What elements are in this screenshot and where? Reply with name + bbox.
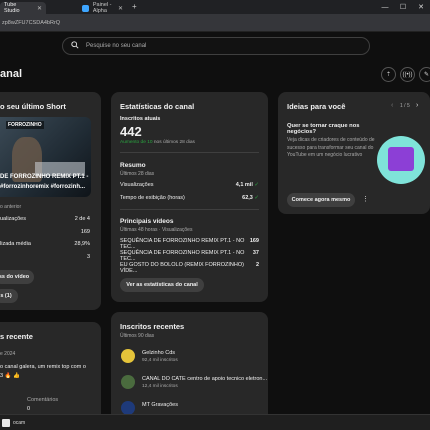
short-avg-row: lizada média 28,9% (0, 241, 90, 247)
url-field[interactable]: zp8wZFU7CSDA4bRrQ (0, 17, 60, 29)
check-icon: ✓ (254, 182, 259, 188)
divider (120, 152, 259, 153)
short-comments-button[interactable]: s (1) (0, 289, 18, 303)
taskbar-item[interactable]: ocam (2, 417, 25, 429)
avatar[interactable] (121, 375, 135, 389)
top-video-row[interactable]: EU GOSTO DO BOLOLO (REMIX FORROZINHO) VÍ… (120, 262, 259, 274)
subscribers-title: Inscritos recentes (120, 322, 185, 331)
top-video-name: EU GOSTO DO BOLOLO (REMIX FORROZINHO) VÍ… (120, 262, 244, 274)
briefcase-icon (388, 147, 414, 171)
short-rank-row: ualizações 2 de 4 (0, 216, 90, 222)
recent-content-card: s recente (0, 322, 101, 422)
page-title: anal (0, 68, 23, 80)
ideas-heading: Quer se tornar craque nos negócios? (287, 123, 360, 135)
short-views-row: 169 (0, 229, 90, 235)
top-videos-title: Principais vídeos (120, 218, 174, 225)
close-window-icon[interactable]: ✕ (412, 0, 430, 14)
short-views-value: 169 (80, 229, 90, 235)
app-icon (2, 419, 10, 427)
search-input[interactable]: Pesquise no seu canal (62, 37, 370, 55)
summary-period: Últimos 28 dias (120, 171, 155, 177)
top-video-value: 37 (252, 250, 259, 256)
subs-delta-highlight (120, 140, 154, 146)
subscriber-count: 92,4 mil inscritos (142, 358, 178, 363)
search-placeholder: Pesquise no seu canal (86, 43, 147, 49)
maximize-icon[interactable]: ☐ (394, 0, 412, 14)
search-icon (71, 41, 79, 51)
prev-icon[interactable]: ‹ (391, 102, 393, 109)
upload-icon[interactable]: ⇡ (381, 67, 396, 82)
tab-studio-label: Tube Studio (4, 2, 20, 14)
short-likes-value: 3 (86, 254, 90, 260)
tab-close-button[interactable]: ✕ (118, 2, 128, 14)
watch-value: 62,3 (242, 195, 253, 201)
channel-stats-card: Estatísticas do canal Inscritos atuais 4… (111, 92, 268, 302)
subscriber-name[interactable]: CANAL DO CATE centro de apoio tecnico el… (142, 376, 267, 382)
ideas-start-button[interactable]: Comece agora mesmo (287, 193, 355, 207)
ideas-pager: 1 / 5 (400, 103, 410, 109)
subscribers-period: Últimos 90 dias (120, 333, 155, 339)
short-rank-value: 2 de 4 (74, 216, 90, 222)
recent-comment: o canal galera, um remix top com o (0, 364, 86, 370)
more-options-icon[interactable]: ⋮ (362, 195, 369, 203)
stats-title: Estatísticas do canal (120, 102, 195, 111)
tab-favicon-icon (82, 4, 89, 12)
views-value: 4,1 mil (235, 182, 253, 188)
latest-short-title: o seu último Short (0, 102, 66, 111)
watch-row: Tempo de exibição (horas) 62,3 ✓ (120, 195, 259, 201)
recent-date: e 2024 (0, 351, 16, 357)
top-video-name: SEQUÊNCIA DE FORROZINHO REMIX PT.1 - NO … (120, 238, 245, 250)
tab-studio[interactable]: Tube Studio ✕ (0, 2, 46, 14)
subs-value: 442 (120, 124, 142, 139)
close-icon[interactable]: ✕ (37, 5, 42, 12)
short-avg-value: 28,9% (74, 241, 90, 247)
short-likes-row: 3 (0, 254, 90, 260)
next-icon[interactable]: › (416, 102, 418, 109)
summary-title: Resumo (120, 162, 146, 169)
edit-icon[interactable]: ✎ (419, 67, 430, 82)
top-video-row[interactable]: SEQUÊNCIA DE FORROZINHO REMIX PT.1 - NO … (120, 250, 259, 262)
recent-emoji-line: 3 🔥 👍 (0, 373, 20, 379)
top-video-value: 169 (249, 238, 259, 244)
subscriber-name[interactable]: MT Gravações (142, 402, 178, 408)
short-avg-label: lizada média (0, 241, 31, 247)
live-icon[interactable]: ((•)) (400, 67, 415, 82)
top-video-value: 2 (255, 262, 259, 268)
top-videos-period: Últimas 48 horas · Visualizações (120, 227, 193, 233)
ideas-title: Ideias para você (287, 102, 346, 111)
recent-comments-value: 0 (27, 406, 31, 412)
short-rank-label: ualizações (0, 216, 26, 222)
subscriber-count: 12,4 mil inscritos (142, 384, 178, 389)
watch-label: Tempo de exibição (horas) (120, 195, 185, 201)
short-hashtags: #forrozinhoremix #forrozinh... (0, 184, 86, 190)
top-video-row[interactable]: SEQUÊNCIA DE FORROZINHO REMIX PT.1 - NO … (120, 238, 259, 250)
studio-header: Pesquise no seu canal (0, 32, 430, 62)
top-video-name: SEQUÊNCIA DE FORROZINHO REMIX PT.1 - NO … (120, 250, 245, 262)
address-bar: zp8wZFU7CSDA4bRrQ (0, 14, 430, 32)
taskbar: ocam (0, 414, 430, 430)
views-label: Visualizações (120, 182, 154, 188)
avatar[interactable] (121, 401, 135, 415)
channel-analytics-button[interactable]: Ver as estatísticas do canal (120, 278, 204, 292)
thumbnail-badge: FORROZINHO (6, 121, 44, 129)
minimize-icon[interactable]: — (376, 0, 394, 14)
short-meta: o anterior (0, 204, 22, 210)
ideas-body: Veja dicas de criadores de conteúdo de s… (287, 137, 375, 158)
views-row: Visualizações 4,1 mil ✓ (120, 182, 259, 188)
recent-comments-label: Comentários (27, 397, 59, 403)
subs-label: Inscritos atuais (120, 116, 161, 122)
new-tab-icon[interactable]: + (132, 2, 137, 11)
divider (120, 209, 259, 210)
check-icon: ✓ (254, 195, 259, 201)
page-title-bar: anal ⇡ ((•)) ✎ (0, 62, 430, 88)
close-icon[interactable]: ✕ (118, 5, 123, 12)
recent-title: s recente (0, 332, 33, 341)
avatar[interactable] (121, 349, 135, 363)
browser-tab-bar: Tube Studio ✕ Painel - Alpha ✕ + — ☐ ✕ (0, 0, 430, 14)
short-video-title: DE FORROZINHO REMIX PT.1 - (0, 174, 89, 180)
short-analytics-button[interactable]: ss do vídeo (0, 270, 34, 284)
subscriber-name[interactable]: Gelzinho Cds (142, 350, 175, 356)
taskbar-item-label: ocam (13, 420, 26, 426)
